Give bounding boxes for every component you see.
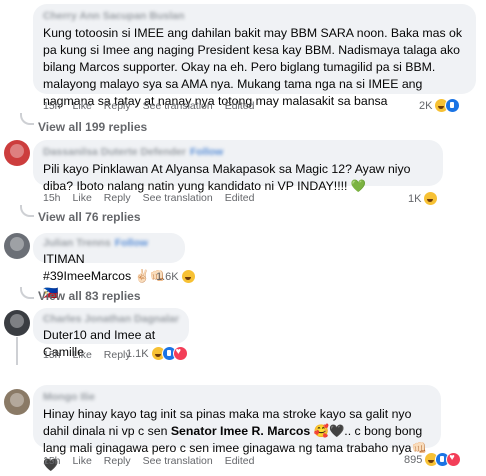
comment-bubble: Cherry Ann Sacupan Buslan Kung totoosin … (33, 4, 476, 108)
comment-author[interactable]: Dassanilsa Duterte Defender Follow (43, 146, 433, 159)
comment-actions: 15h Like Reply (43, 349, 131, 361)
love-reaction-icon (446, 452, 462, 467)
reaction-count: 2K (419, 99, 433, 112)
reaction-summary[interactable]: 2K (419, 98, 461, 113)
view-replies-link[interactable]: View all 199 replies (38, 120, 147, 134)
reply-button[interactable]: Reply (104, 455, 131, 467)
comment-text: Kung totoosin si IMEE ang dahilan bakit … (43, 26, 466, 108)
see-translation-link[interactable]: See translation (143, 192, 213, 204)
like-button[interactable]: Like (73, 100, 92, 112)
mentioned-profile-link[interactable]: Senator Imee R. Marcos (171, 424, 310, 438)
view-replies-link[interactable]: View all 76 replies (38, 210, 141, 224)
edited-label: Edited (224, 192, 255, 204)
comment-bubble: Julian Trenns Follow ITIMAN #39ImeeMarcos… (33, 233, 185, 300)
comment-bubble: Dassanilsa Duterte Defender Follow Pili k… (33, 140, 443, 193)
comment-author[interactable]: Julian Trenns Follow (43, 237, 175, 250)
reaction-count: 895 (404, 453, 423, 466)
like-button[interactable]: Like (73, 192, 92, 204)
edited-label: Edited (224, 100, 255, 112)
comment-time[interactable]: 15h (43, 349, 61, 361)
reaction-count: 1.6K (156, 270, 179, 283)
reaction-summary[interactable]: 895 (404, 452, 462, 467)
avatar[interactable] (4, 140, 30, 166)
comment-bubble: Mongo Ilie Hinay hinay kayo tag init sa … (33, 385, 441, 472)
comment-author[interactable]: Cherry Ann Sacupan Buslan (43, 10, 466, 23)
comment-actions: 15h Like Reply See translation Edited (43, 455, 254, 467)
reaction-summary[interactable]: 1.1K (126, 346, 188, 361)
reaction-count: 1K (408, 192, 422, 205)
like-button[interactable]: Like (73, 455, 92, 467)
see-translation-link[interactable]: See translation (143, 100, 213, 112)
love-reaction-icon (172, 346, 188, 361)
follow-button[interactable]: Follow (190, 146, 223, 158)
comment-time[interactable]: 15h (43, 455, 61, 467)
reply-button[interactable]: Reply (104, 192, 131, 204)
comment-actions: 15h Like Reply See translation Edited (43, 192, 254, 204)
see-translation-link[interactable]: See translation (143, 455, 213, 467)
reply-connector (20, 113, 34, 125)
reaction-summary[interactable]: 1.6K (156, 269, 196, 284)
reply-connector (20, 205, 34, 217)
comment-time[interactable]: 15h (43, 100, 61, 112)
comment-text: Pili kayo Pinklawan At Alyansa Makapasok… (43, 162, 414, 193)
avatar[interactable] (4, 310, 30, 336)
haha-reaction-icon (423, 191, 439, 206)
comment-actions: 15h Like Reply See translation Edited (43, 100, 254, 112)
reply-connector (20, 287, 34, 299)
view-replies-link[interactable]: View all 83 replies (38, 289, 141, 303)
avatar[interactable] (4, 233, 30, 259)
reply-button[interactable]: Reply (104, 100, 131, 112)
like-button[interactable]: Like (73, 349, 92, 361)
reply-button[interactable]: Reply (104, 349, 131, 361)
avatar[interactable] (4, 389, 30, 415)
comment-time[interactable]: 15h (43, 192, 61, 204)
comment-author[interactable]: Mongo Ilie (43, 391, 431, 404)
comment-author[interactable]: Charles Jonathan Dagnalan (43, 313, 179, 326)
like-reaction-icon (445, 98, 461, 113)
follow-button[interactable]: Follow (115, 237, 148, 249)
reaction-summary[interactable]: 1K (408, 191, 439, 206)
edited-label: Edited (224, 455, 255, 467)
haha-reaction-icon (180, 269, 196, 284)
comment-bubble: Charles Jonathan Dagnalan Duter10 and Im… (33, 308, 189, 359)
thread-connector (16, 337, 18, 365)
